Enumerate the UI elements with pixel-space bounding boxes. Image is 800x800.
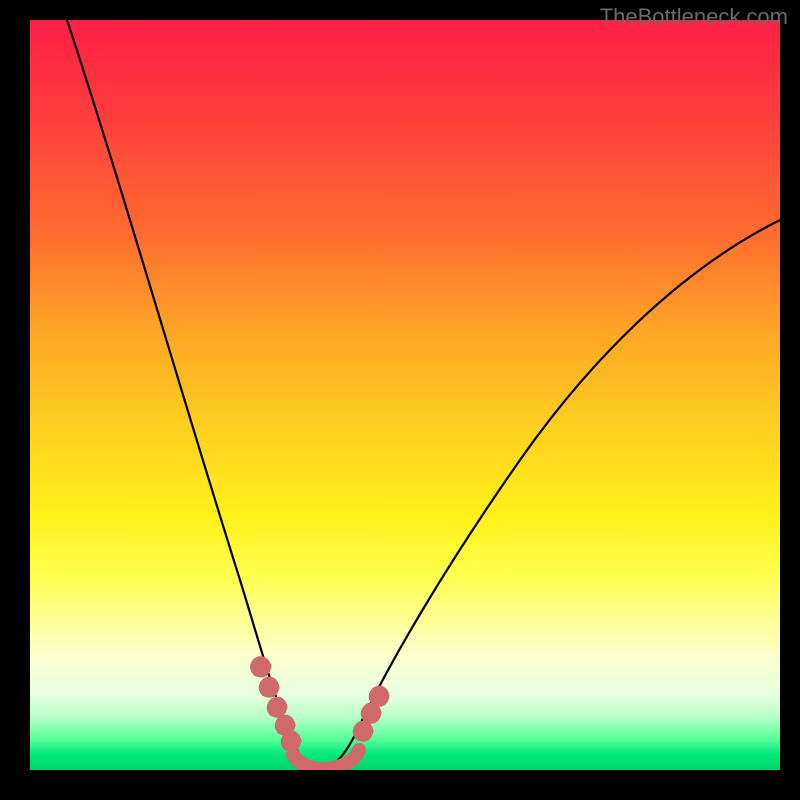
highlight-dots-left [255,661,298,748]
curve-path [67,20,780,768]
highlight-base [293,750,359,769]
chart-container: TheBottleneck.com [0,0,800,800]
highlight-dots-right [357,690,385,737]
watermark: TheBottleneck.com [600,4,788,30]
bottleneck-curve [30,20,780,770]
